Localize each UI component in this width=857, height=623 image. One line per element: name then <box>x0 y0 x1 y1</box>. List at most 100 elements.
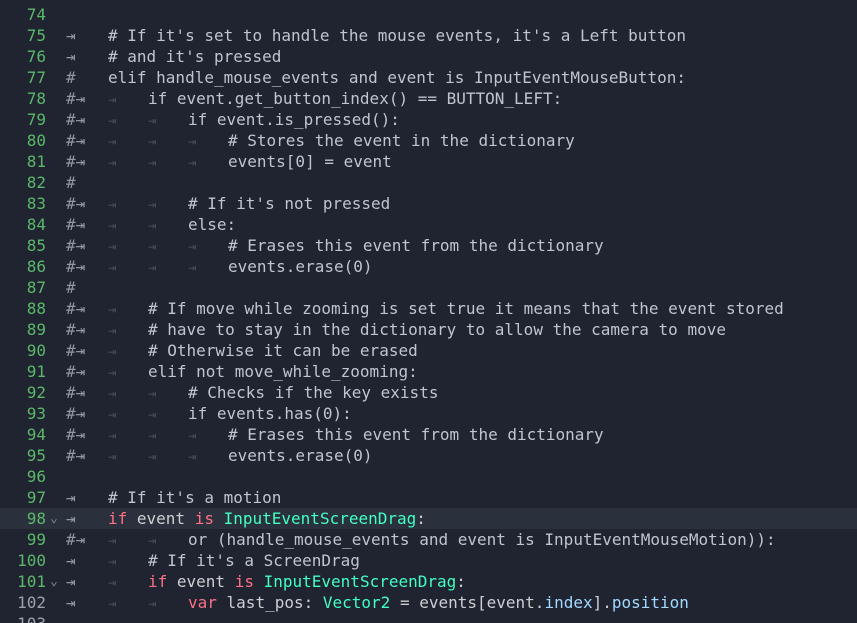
code-line[interactable]: 84 #⇥ ⇥ ⇥ else: <box>0 214 857 235</box>
code-token: # Otherwise it can be erased <box>148 341 418 360</box>
code-line[interactable]: 94 #⇥ ⇥ ⇥ ⇥ # Erases this event from the dict… <box>0 424 857 445</box>
code-token: if events.has(0): <box>188 404 352 423</box>
code-line[interactable]: 75 ⇥ # If it's set to handle the mouse eve… <box>0 25 857 46</box>
line-number[interactable]: 83 <box>0 193 46 214</box>
tab-indent-icon: ⇥ <box>108 344 117 360</box>
line-number[interactable]: 88 <box>0 298 46 319</box>
code-line[interactable]: 79 #⇥ ⇥ ⇥ if event.is_pressed(): <box>0 109 857 130</box>
code-line[interactable]: 98 ⌄ ⇥ if event is InputEventScreenDrag: <box>0 508 857 529</box>
line-number[interactable]: 79 <box>0 109 46 130</box>
line-number[interactable]: 96 <box>0 466 46 487</box>
tab-indent-icon: ⇥ <box>188 155 197 171</box>
line-number[interactable]: 80 <box>0 130 46 151</box>
code-line[interactable]: 88 #⇥ ⇥ # If move while zooming is set true… <box>0 298 857 319</box>
code-token: if <box>148 572 168 591</box>
line-number[interactable]: 86 <box>0 256 46 277</box>
tab-indent-icon: ⇥ <box>108 428 117 444</box>
gutter-marker: ⇥ <box>66 551 76 570</box>
code-line[interactable]: 92 #⇥ ⇥ ⇥ # Checks if the key exists <box>0 382 857 403</box>
tab-indent-icon: ⇥ <box>108 260 117 276</box>
code-text: ⇥ ⇥ if event.is_pressed(): <box>108 109 400 132</box>
gutter-marker: #⇥ <box>66 89 86 108</box>
code-token: events.erase(0) <box>228 257 373 276</box>
gutter-marker: #⇥ <box>66 257 86 276</box>
code-line[interactable]: 93 #⇥ ⇥ ⇥ if events.has(0): <box>0 403 857 424</box>
code-text: # and it's pressed <box>108 46 281 67</box>
tab-indent-icon: ⇥ <box>108 449 117 465</box>
line-number[interactable]: 100 <box>0 550 46 571</box>
code-token: if event.is_pressed(): <box>188 110 400 129</box>
line-number[interactable]: 81 <box>0 151 46 172</box>
code-line[interactable]: 83 #⇥ ⇥ ⇥ # If it's not pressed <box>0 193 857 214</box>
code-line[interactable]: 87 # <box>0 277 857 298</box>
gutter-marker: # <box>66 173 76 192</box>
line-number[interactable]: 91 <box>0 361 46 382</box>
line-number[interactable]: 82 <box>0 172 46 193</box>
line-number[interactable]: 102 <box>0 592 46 613</box>
tab-indent-icon: ⇥ <box>148 386 157 402</box>
line-number[interactable]: 94 <box>0 424 46 445</box>
code-line[interactable]: 85 #⇥ ⇥ ⇥ ⇥ # Erases this event from the dict… <box>0 235 857 256</box>
code-line[interactable]: 86 #⇥ ⇥ ⇥ ⇥ events.erase(0) <box>0 256 857 277</box>
code-line[interactable]: 77 # elif handle_mouse_events and event is… <box>0 67 857 88</box>
gutter-marker: #⇥ <box>66 152 86 171</box>
line-number[interactable]: 99 <box>0 529 46 550</box>
tab-indent-icon: ⇥ <box>108 239 117 255</box>
line-number[interactable]: 78 <box>0 88 46 109</box>
code-token: var <box>188 593 217 612</box>
code-line[interactable]: 89 #⇥ ⇥ # have to stay in the dictionary to… <box>0 319 857 340</box>
gutter-marker: ⇥ <box>66 488 76 507</box>
tab-indent-icon: ⇥ <box>108 197 117 213</box>
line-number[interactable]: 90 <box>0 340 46 361</box>
code-line[interactable]: 101 ⌄ ⇥ ⇥ if event is InputEventScreenDrag: <box>0 571 857 592</box>
tab-indent-icon: ⇥ <box>148 428 157 444</box>
code-line[interactable]: 102 ⇥ ⇥ ⇥ var last_pos: Vector2 = events[eve… <box>0 592 857 613</box>
code-token: # Erases this event from the dictionary <box>228 425 604 444</box>
line-number[interactable]: 95 <box>0 445 46 466</box>
line-number[interactable]: 87 <box>0 277 46 298</box>
code-line[interactable]: 103 <box>0 613 857 623</box>
line-number[interactable]: 75 <box>0 25 46 46</box>
tab-indent-icon: ⇥ <box>108 533 117 549</box>
code-editor[interactable]: 74 75 ⇥ # If it's set to handle the mouse e… <box>0 0 857 623</box>
line-number[interactable]: 74 <box>0 4 46 25</box>
line-number[interactable]: 85 <box>0 235 46 256</box>
code-text: ⇥ # If move while zooming is set true it … <box>108 298 784 321</box>
line-number[interactable]: 92 <box>0 382 46 403</box>
tab-indent-icon: ⇥ <box>148 155 157 171</box>
code-line[interactable]: 91 #⇥ ⇥ elif not move_while_zooming: <box>0 361 857 382</box>
code-line[interactable]: 90 #⇥ ⇥ # Otherwise it can be erased <box>0 340 857 361</box>
code-line[interactable]: 81 #⇥ ⇥ ⇥ ⇥ events[0] = event <box>0 151 857 172</box>
tab-indent-icon: ⇥ <box>108 155 117 171</box>
fold-arrow-icon[interactable]: ⌄ <box>50 508 62 529</box>
line-number[interactable]: 101 <box>0 571 46 592</box>
code-line[interactable]: 96 <box>0 466 857 487</box>
gutter-marker: #⇥ <box>66 341 86 360</box>
line-number[interactable]: 77 <box>0 67 46 88</box>
code-line[interactable]: 74 <box>0 4 857 25</box>
code-token: is <box>194 509 214 528</box>
line-number[interactable]: 98 <box>0 508 46 529</box>
fold-arrow-icon[interactable]: ⌄ <box>50 571 62 592</box>
code-line[interactable]: 99 #⇥ ⇥ ⇥ or (handle_mouse_events and event … <box>0 529 857 550</box>
code-token: # Stores the event in the dictionary <box>228 131 575 150</box>
code-line[interactable]: 78 #⇥ ⇥ if event.get_button_index() == BUTT… <box>0 88 857 109</box>
code-line[interactable]: 76 ⇥ # and it's pressed <box>0 46 857 67</box>
tab-indent-icon: ⇥ <box>108 323 117 339</box>
gutter-marker: #⇥ <box>66 404 86 423</box>
code-line[interactable]: 100 ⇥ ⇥ # If it's a ScreenDrag <box>0 550 857 571</box>
line-number[interactable]: 76 <box>0 46 46 67</box>
code-line[interactable]: 82 # <box>0 172 857 193</box>
line-number[interactable]: 84 <box>0 214 46 235</box>
code-text: # If it's a motion <box>108 487 281 508</box>
code-line[interactable]: 95 #⇥ ⇥ ⇥ ⇥ events.erase(0) <box>0 445 857 466</box>
tab-indent-icon: ⇥ <box>148 113 157 129</box>
gutter-marker: ⇥ <box>66 509 76 528</box>
code-line[interactable]: 80 #⇥ ⇥ ⇥ ⇥ # Stores the event in the diction… <box>0 130 857 151</box>
line-number[interactable]: 103 <box>0 613 46 623</box>
line-number[interactable]: 93 <box>0 403 46 424</box>
line-number[interactable]: 97 <box>0 487 46 508</box>
code-text: ⇥ ⇥ ⇥ events[0] = event <box>108 151 392 174</box>
line-number[interactable]: 89 <box>0 319 46 340</box>
code-line[interactable]: 97 ⇥ # If it's a motion <box>0 487 857 508</box>
